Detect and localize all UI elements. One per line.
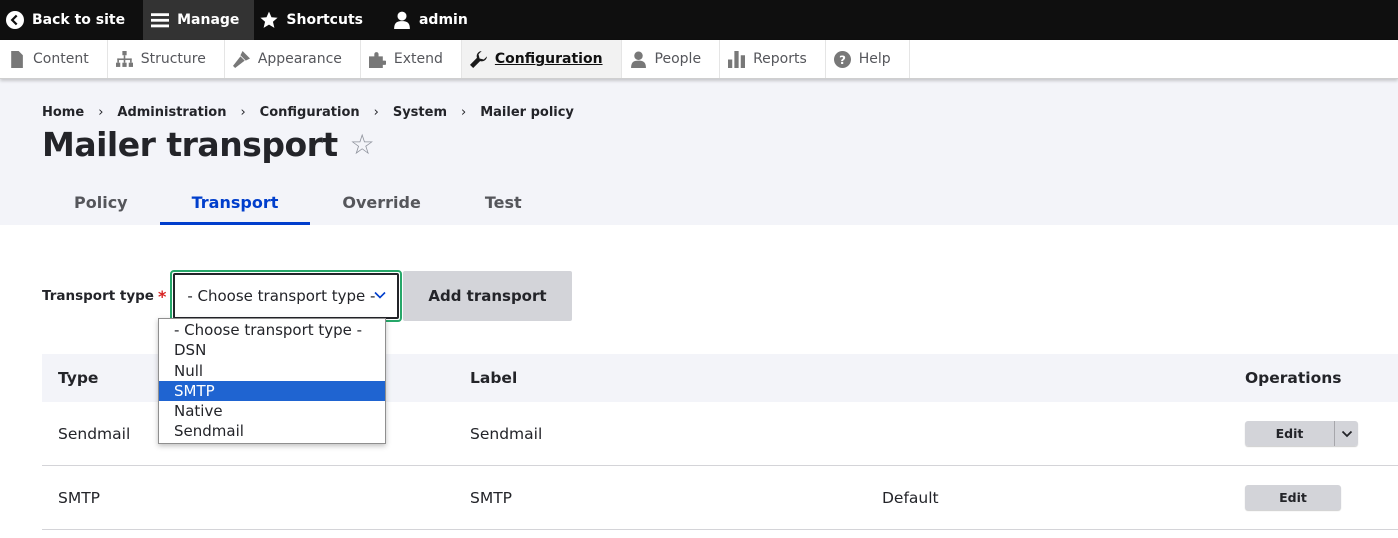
select-option[interactable]: Sendmail (159, 421, 385, 441)
help-icon: ? (833, 50, 851, 68)
shortcuts-tab[interactable]: Shortcuts (254, 0, 381, 40)
edit-button[interactable]: Edit (1245, 421, 1334, 446)
tray-item-label: Structure (140, 51, 206, 67)
shortcuts-label: Shortcuts (286, 12, 363, 28)
operations-dropbutton: Edit (1245, 421, 1358, 446)
page-title: Mailer transport (42, 125, 338, 164)
user-label: admin (418, 12, 468, 28)
tab-transport[interactable]: Transport (159, 179, 311, 225)
svg-text:?: ? (839, 52, 846, 66)
add-shortcut-star-icon[interactable]: ☆ (350, 130, 375, 159)
back-arrow-icon (6, 11, 24, 29)
tray-item-content[interactable]: Content (0, 40, 108, 78)
configuration-icon (469, 50, 487, 68)
select-option[interactable]: DSN (159, 340, 385, 360)
tab-policy[interactable]: Policy (42, 179, 160, 225)
transport-type-select[interactable]: - Choose transport type - (170, 270, 403, 322)
tab-override[interactable]: Override (310, 179, 452, 225)
breadcrumb-separator: › (98, 105, 104, 120)
table-row: SMTP SMTP Default Edit (42, 466, 1398, 530)
tray-item-label: People (654, 51, 702, 67)
star-icon (260, 11, 278, 29)
back-to-site-label: Back to site (32, 12, 126, 28)
tray-item-label: Content (33, 51, 89, 67)
breadcrumb-link[interactable]: Mailer policy (480, 105, 574, 120)
select-option-highlighted[interactable]: SMTP (159, 380, 385, 402)
edit-button[interactable]: Edit (1245, 485, 1341, 510)
column-header-operations: Operations (1245, 369, 1342, 387)
page-header: Home › Administration › Configuration › … (0, 79, 1398, 225)
tray-item-label: Appearance (257, 51, 342, 67)
breadcrumb-separator: › (461, 105, 467, 120)
column-header-label: Label (470, 369, 518, 387)
cell-type: SMTP (58, 488, 101, 507)
admin-toolbar: Back to site Manage Shortcuts admin (0, 0, 1398, 40)
reports-icon (728, 50, 746, 68)
tab-test[interactable]: Test (453, 179, 554, 225)
tray-item-help[interactable]: ? Help (826, 40, 910, 78)
select-option[interactable]: Native (159, 401, 385, 421)
select-option[interactable]: - Choose transport type - (159, 320, 385, 340)
tray-item-label: Configuration (494, 51, 603, 67)
appearance-icon (232, 50, 250, 68)
tray-item-appearance[interactable]: Appearance (225, 40, 361, 78)
structure-icon (115, 50, 133, 67)
breadcrumb-link[interactable]: Home (42, 105, 84, 120)
tray-item-extend[interactable]: Extend (361, 40, 462, 78)
select-option[interactable]: Null (159, 361, 385, 381)
hamburger-icon (151, 11, 170, 29)
add-transport-button[interactable]: Add transport (403, 271, 572, 321)
manage-tab[interactable]: Manage (143, 0, 255, 40)
tray-item-people[interactable]: People (622, 40, 721, 78)
chevron-down-icon (374, 291, 386, 299)
tray-item-reports[interactable]: Reports (720, 40, 826, 78)
cell-type: Sendmail (58, 424, 131, 443)
chevron-down-icon (1341, 430, 1352, 437)
extend-icon (368, 51, 386, 68)
select-value: - Choose transport type - (187, 287, 376, 305)
tray-item-label: Extend (393, 51, 443, 67)
manage-label: Manage (177, 12, 240, 28)
user-icon (393, 11, 411, 29)
required-marker: * (157, 286, 167, 306)
transport-type-options: - Choose transport type - DSN Null SMTP … (158, 318, 386, 444)
add-transport-form: Transport type * - Choose transport type… (42, 270, 572, 322)
admin-menu-tray: Content Structure Appearance Extend Conf… (0, 40, 1398, 79)
tray-item-label: Reports (753, 51, 807, 67)
tray-item-configuration[interactable]: Configuration (461, 40, 622, 78)
cell-default-badge: Default (882, 488, 939, 507)
local-tasks-tabs: Policy Transport Override Test (42, 179, 554, 225)
content-icon (11, 50, 23, 68)
user-tab[interactable]: admin (381, 0, 486, 40)
breadcrumb: Home › Administration › Configuration › … (42, 79, 1398, 120)
cell-label: Sendmail (470, 424, 543, 443)
breadcrumb-link[interactable]: Administration (117, 105, 226, 120)
breadcrumb-separator: › (240, 105, 246, 120)
breadcrumb-link[interactable]: Configuration (260, 105, 360, 120)
people-icon (630, 51, 646, 68)
dropbutton-toggle[interactable] (1334, 421, 1358, 446)
transport-type-label: Transport type (42, 288, 154, 304)
column-header-type: Type (58, 369, 99, 387)
tray-item-structure[interactable]: Structure (108, 40, 225, 78)
cell-label: SMTP (470, 488, 513, 507)
breadcrumb-link[interactable]: System (393, 105, 447, 120)
tray-item-label: Help (858, 51, 891, 67)
breadcrumb-separator: › (373, 105, 379, 120)
back-to-site-link[interactable]: Back to site (0, 0, 143, 40)
